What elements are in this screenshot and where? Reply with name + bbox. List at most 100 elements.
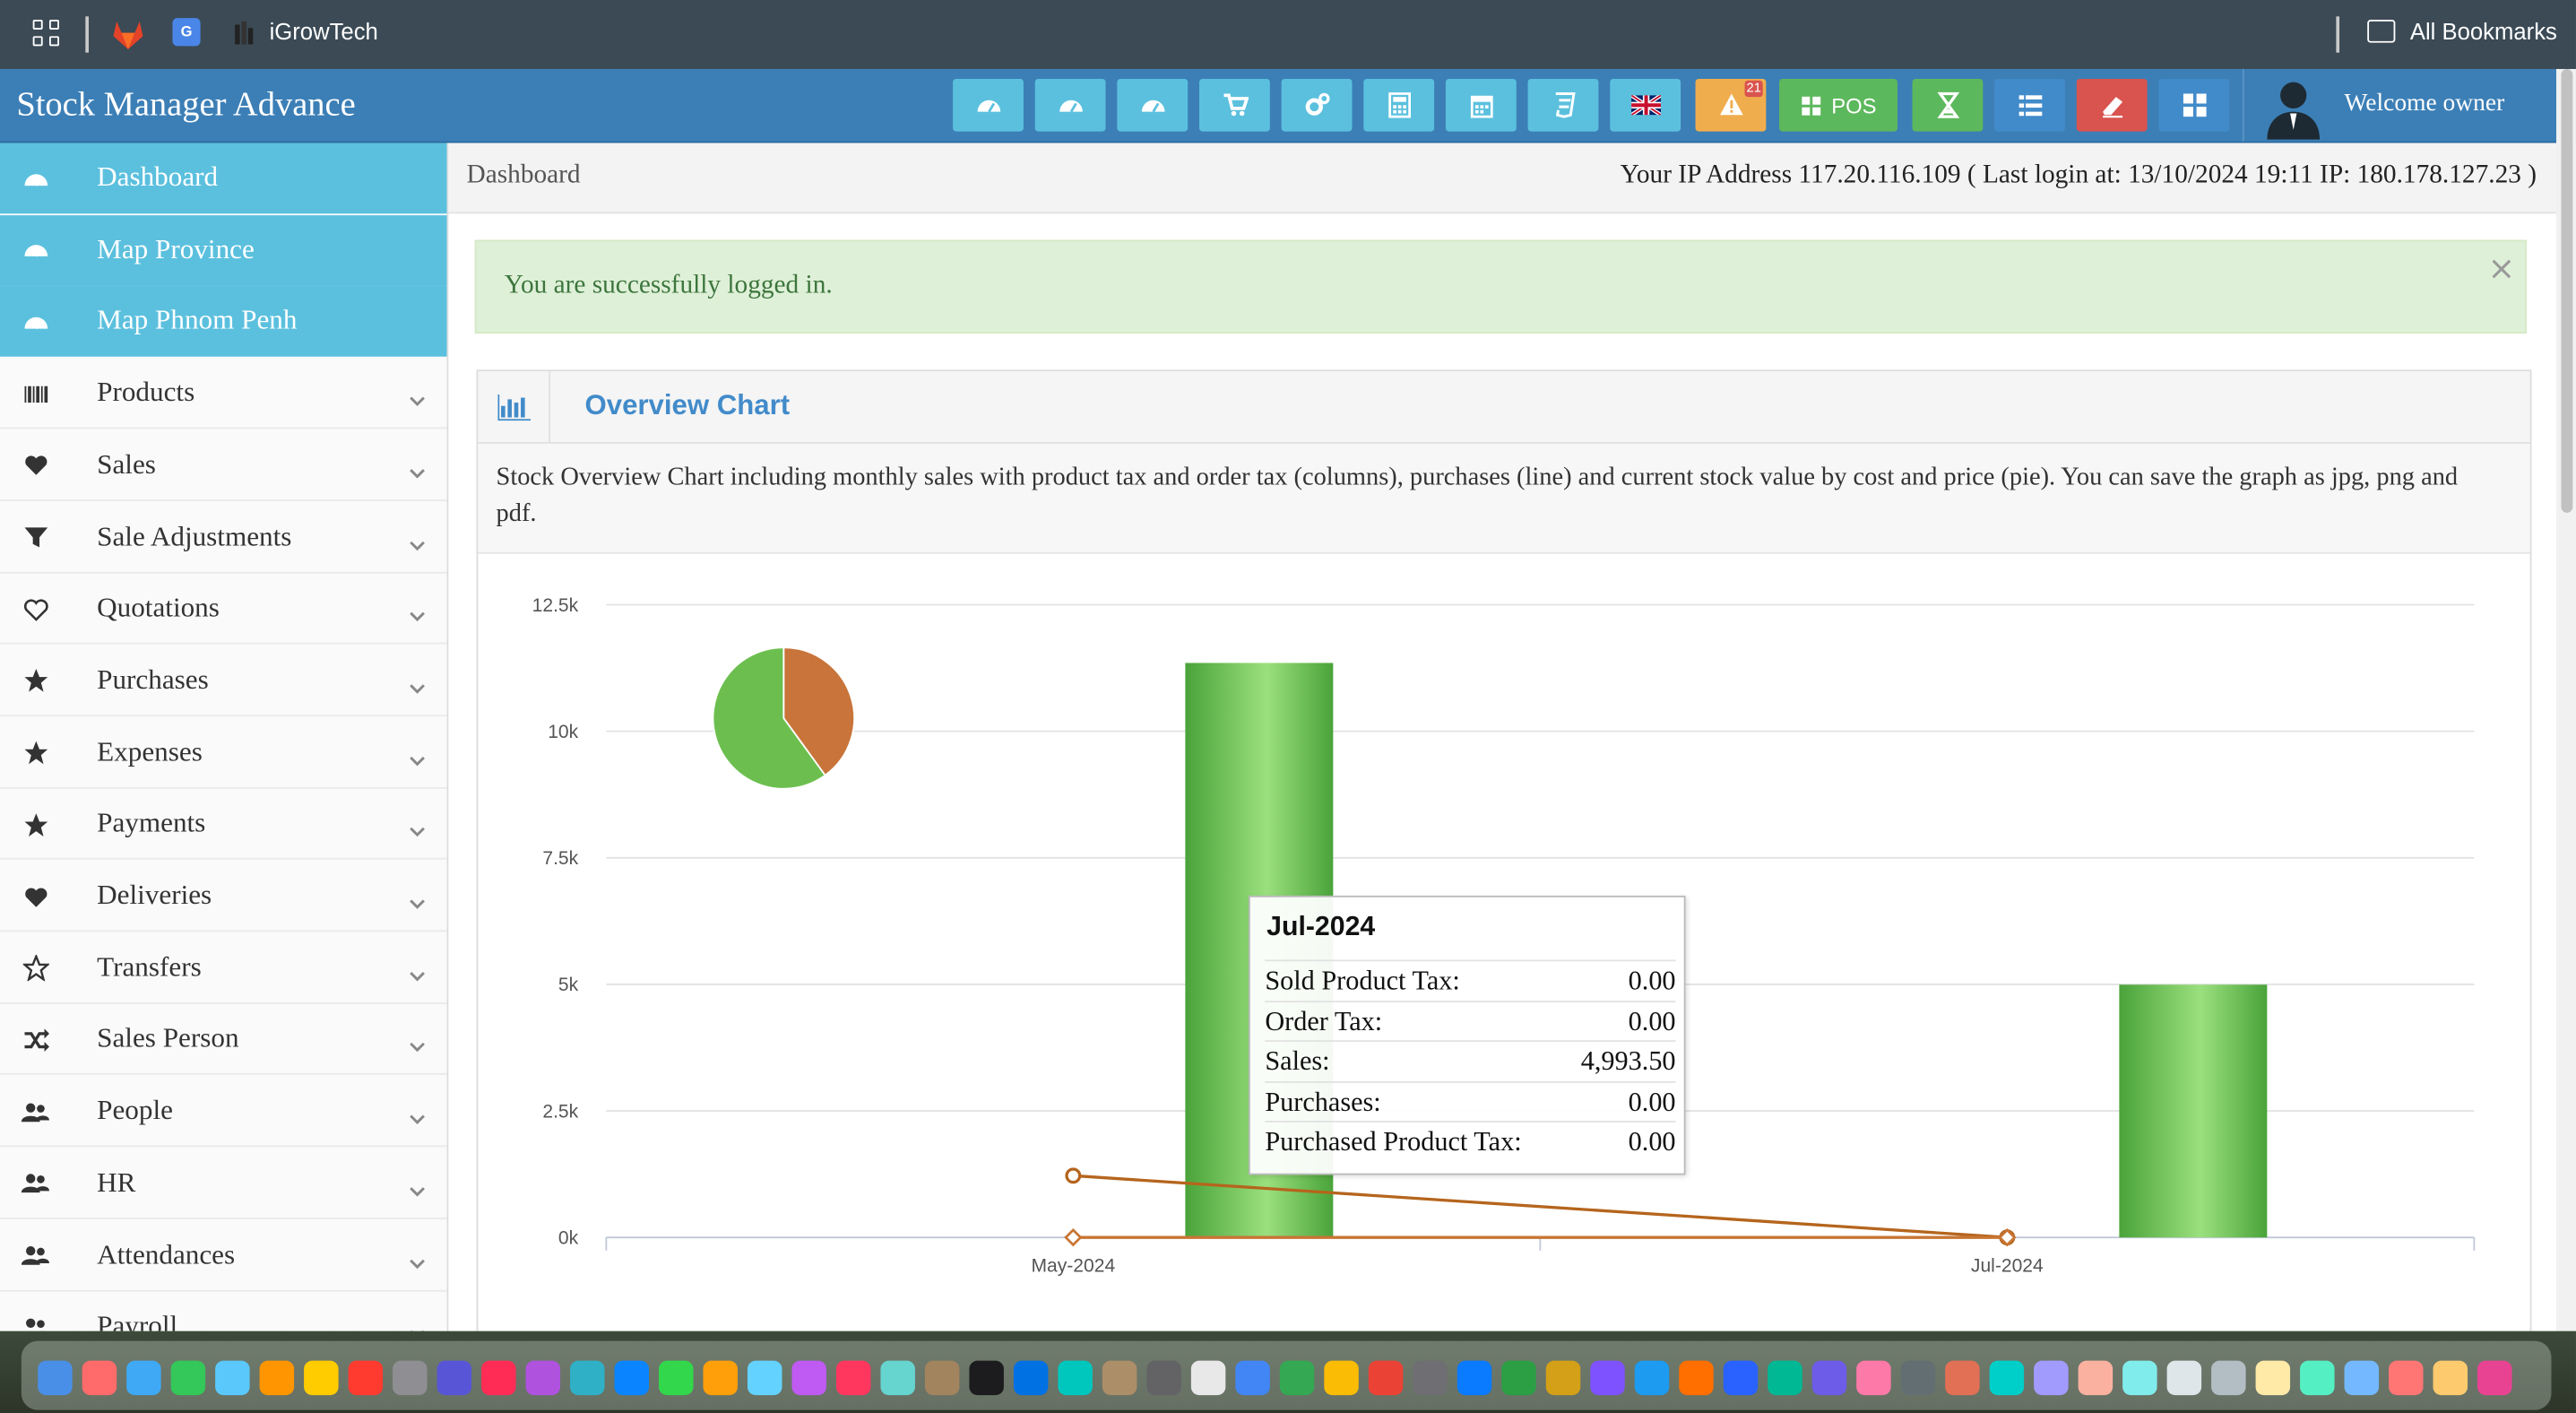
- dock-app-icon[interactable]: [1945, 1360, 1980, 1396]
- sidebar-item-sale-adjustments[interactable]: Sale Adjustments: [0, 502, 447, 573]
- sidebar-item-dashboard[interactable]: Dashboard: [0, 143, 447, 214]
- all-bookmarks-link[interactable]: All Bookmarks: [2410, 18, 2557, 44]
- dock-app-icon[interactable]: [2477, 1360, 2512, 1396]
- dock-app-icon[interactable]: [2166, 1360, 2202, 1396]
- dock-app-icon[interactable]: [1590, 1360, 1625, 1396]
- sidebar-item-map-province[interactable]: Map Province: [0, 214, 447, 286]
- dock-app-icon[interactable]: [304, 1360, 339, 1396]
- dock-app-icon[interactable]: [481, 1360, 516, 1396]
- dock-app-icon[interactable]: [1013, 1360, 1049, 1396]
- dock-app-icon[interactable]: [525, 1360, 561, 1396]
- dock-app-icon[interactable]: [2389, 1360, 2424, 1396]
- sidebar-item-deliveries[interactable]: Deliveries: [0, 861, 447, 932]
- sidebar-item-sales-person[interactable]: Sales Person: [0, 1005, 447, 1076]
- dock-app-icon[interactable]: [969, 1360, 1004, 1396]
- sidebar-item-quotations[interactable]: Quotations: [0, 574, 447, 645]
- dock-app-icon[interactable]: [38, 1360, 73, 1396]
- calendar-button[interactable]: [1445, 78, 1517, 132]
- language-button[interactable]: [1610, 78, 1681, 132]
- clear-button[interactable]: [2076, 78, 2148, 132]
- dock-app-icon[interactable]: [1146, 1360, 1181, 1396]
- dock-app-icon[interactable]: [2255, 1360, 2291, 1396]
- dock-app-icon[interactable]: [259, 1360, 295, 1396]
- dock-app-icon[interactable]: [348, 1360, 384, 1396]
- dock-app-icon[interactable]: [747, 1360, 782, 1396]
- gitlab-fox-icon[interactable]: [112, 18, 145, 51]
- sidebar-item-products[interactable]: Products: [0, 359, 447, 429]
- dock-app-icon[interactable]: [2122, 1360, 2157, 1396]
- dock-app-icon[interactable]: [1723, 1360, 1759, 1396]
- sidebar-item-hr[interactable]: HR: [0, 1149, 447, 1219]
- dock-app-icon[interactable]: [1989, 1360, 2025, 1396]
- sidebar-item-payroll[interactable]: Payroll: [0, 1292, 447, 1331]
- dock-app-icon[interactable]: [1545, 1360, 1581, 1396]
- dock-app-icon[interactable]: [170, 1360, 206, 1396]
- scrollbar-thumb[interactable]: [2561, 68, 2573, 513]
- dock-app-icon[interactable]: [1279, 1360, 1315, 1396]
- dock-app-icon[interactable]: [1235, 1360, 1270, 1396]
- dock-app-icon[interactable]: [2300, 1360, 2335, 1396]
- dock-app-icon[interactable]: [1768, 1360, 1802, 1396]
- dashboard-2-button[interactable]: [1034, 78, 1106, 132]
- dock-app-icon[interactable]: [2078, 1360, 2114, 1396]
- dashboard-3-button[interactable]: [1117, 78, 1189, 132]
- dock-app-icon[interactable]: [791, 1360, 826, 1396]
- dock-app-icon[interactable]: [924, 1360, 960, 1396]
- dock-app-icon[interactable]: [1501, 1360, 1536, 1396]
- sidebar-item-purchases[interactable]: Purchases: [0, 646, 447, 716]
- breadcrumb-current[interactable]: Dashboard: [467, 161, 581, 191]
- apps-button[interactable]: [2158, 78, 2230, 132]
- sidebar-item-transfers[interactable]: Transfers: [0, 933, 447, 1004]
- dock-app-icon[interactable]: [1634, 1360, 1670, 1396]
- list-button[interactable]: [1994, 78, 2065, 132]
- dock-app-icon[interactable]: [1413, 1360, 1448, 1396]
- dock-app-icon[interactable]: [570, 1360, 605, 1396]
- dock-app-icon[interactable]: [437, 1360, 472, 1396]
- apps-grid-icon[interactable]: [32, 19, 61, 48]
- dock-app-icon[interactable]: [614, 1360, 649, 1396]
- dock-app-icon[interactable]: [2433, 1360, 2468, 1396]
- cart-button[interactable]: [1199, 78, 1270, 132]
- sidebar-item-payments[interactable]: Payments: [0, 789, 447, 861]
- sidebar-item-attendances[interactable]: Attendances: [0, 1220, 447, 1291]
- calculator-button[interactable]: [1363, 78, 1435, 132]
- alerts-button[interactable]: 21: [1695, 78, 1767, 132]
- dock-app-icon[interactable]: [1679, 1360, 1714, 1396]
- dock-app-icon[interactable]: [126, 1360, 161, 1396]
- google-translate-icon[interactable]: G: [172, 18, 201, 47]
- sidebar-item-sales[interactable]: Sales: [0, 430, 447, 501]
- dock-app-icon[interactable]: [1368, 1360, 1404, 1396]
- chevron-down-icon: [408, 528, 428, 550]
- dock-app-icon[interactable]: [1324, 1360, 1359, 1396]
- dock-app-icon[interactable]: [880, 1360, 915, 1396]
- sidebar-item-expenses[interactable]: Expenses: [0, 717, 447, 789]
- dock-app-icon[interactable]: [1058, 1360, 1093, 1396]
- sidebar-item-map-phnom-penh[interactable]: Map Phnom Penh: [0, 286, 447, 358]
- user-menu[interactable]: Welcome owner: [2242, 68, 2576, 142]
- timer-button[interactable]: [1912, 78, 1984, 132]
- dock-app-icon[interactable]: [393, 1360, 428, 1396]
- sidebar-item-people[interactable]: People: [0, 1077, 447, 1148]
- dashboard-button[interactable]: [953, 78, 1024, 132]
- dock-app-icon[interactable]: [1102, 1360, 1137, 1396]
- dock-app-icon[interactable]: [703, 1360, 738, 1396]
- dock-app-icon[interactable]: [1856, 1360, 1891, 1396]
- dock-app-icon[interactable]: [2034, 1360, 2069, 1396]
- dock-app-icon[interactable]: [658, 1360, 694, 1396]
- dock-app-icon[interactable]: [1457, 1360, 1492, 1396]
- dock-app-icon[interactable]: [2211, 1360, 2246, 1396]
- settings-button[interactable]: [1281, 78, 1353, 132]
- styles-button[interactable]: [1527, 78, 1599, 132]
- pos-button[interactable]: POS: [1779, 78, 1897, 132]
- dock-app-icon[interactable]: [82, 1360, 117, 1396]
- dock-app-icon[interactable]: [1900, 1360, 1936, 1396]
- dock-app-icon[interactable]: [2344, 1360, 2380, 1396]
- dock-app-icon[interactable]: [1811, 1360, 1847, 1396]
- dock-app-icon[interactable]: [215, 1360, 250, 1396]
- dock-app-icon[interactable]: [1190, 1360, 1226, 1396]
- close-icon[interactable]: ×: [2487, 248, 2515, 288]
- brand-title[interactable]: Stock Manager Advance: [16, 83, 355, 125]
- page-scrollbar[interactable]: [2555, 68, 2576, 1331]
- dock-app-icon[interactable]: [835, 1360, 871, 1396]
- bookmark-igrowtech[interactable]: iGrowTech: [270, 18, 378, 44]
